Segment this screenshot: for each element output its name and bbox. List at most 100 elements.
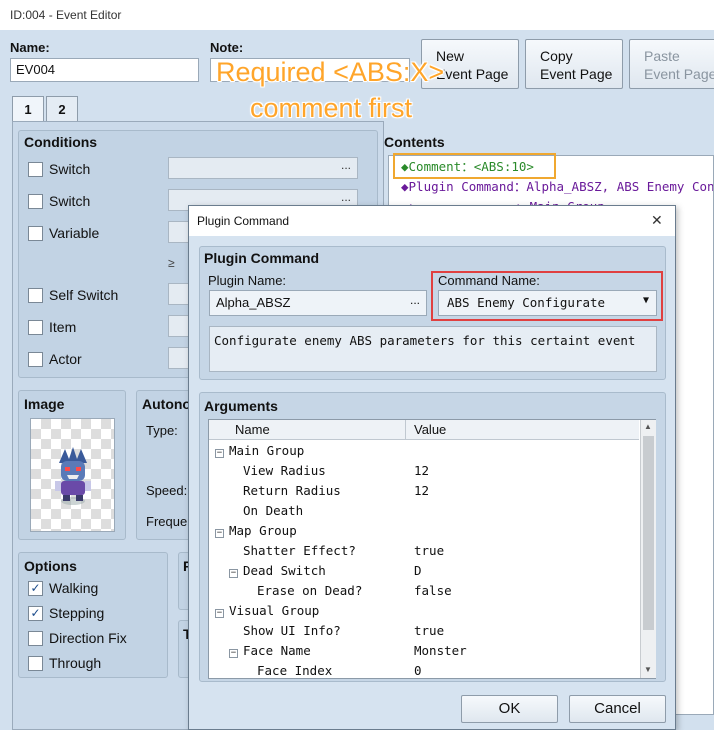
argument-value[interactable]: 12	[414, 481, 429, 501]
argument-name-text: Face Name	[243, 643, 311, 658]
comment-highlight-box	[393, 153, 556, 179]
tab-page-2[interactable]: 2	[46, 96, 78, 122]
argument-row[interactable]: − Dead Switch D	[209, 561, 639, 581]
argument-name: Shatter Effect?	[229, 541, 356, 561]
argument-row[interactable]: Face Index 0	[209, 661, 639, 681]
argument-name: Show UI Info?	[229, 621, 341, 641]
checkbox[interactable]	[28, 161, 43, 177]
argument-name: View Radius	[229, 461, 326, 481]
argument-value[interactable]: 0	[414, 661, 422, 681]
collapse-icon[interactable]: −	[215, 609, 224, 618]
argument-name-text: Erase on Dead?	[257, 583, 363, 598]
autonomous-title: Autono	[142, 396, 191, 412]
name-label: Name:	[10, 40, 50, 55]
collapse-icon[interactable]: −	[229, 649, 238, 658]
checkbox-checked[interactable]: ✓	[28, 605, 43, 621]
condition-actor[interactable]: Actor	[28, 350, 82, 367]
argument-value[interactable]: D	[414, 561, 422, 581]
event-image[interactable]	[30, 418, 115, 532]
command-line-plugin[interactable]: ◆Plugin Command：Alpha_ABSZ, ABS Enemy Co…	[389, 177, 713, 197]
argument-name-text: View Radius	[243, 463, 326, 478]
grid-header: Name Value	[209, 420, 639, 440]
switch-1-selector[interactable]: ...	[168, 157, 358, 179]
argument-name: − Map Group	[215, 521, 297, 541]
col-header-name[interactable]: Name	[235, 422, 270, 437]
checkbox[interactable]	[28, 630, 43, 646]
condition-switch-1[interactable]: Switch	[28, 160, 90, 177]
checkbox[interactable]	[28, 193, 43, 209]
speed-label: Speed:	[146, 483, 188, 498]
collapse-icon[interactable]: −	[215, 529, 224, 538]
condition-item[interactable]: Item	[28, 318, 76, 335]
argument-row[interactable]: Return Radius 12	[209, 481, 639, 501]
argument-name: − Face Name	[229, 641, 311, 661]
ge-symbol: ≥	[168, 256, 175, 270]
argument-row[interactable]: − Visual Group	[209, 601, 639, 621]
argument-row[interactable]: Shatter Effect? true	[209, 541, 639, 561]
ok-button[interactable]: OK	[461, 695, 558, 723]
condition-switch-2[interactable]: Switch	[28, 192, 90, 209]
option-through[interactable]: Through	[28, 654, 101, 671]
argument-name-text: Visual Group	[229, 603, 320, 618]
argument-name-text: Main Group	[229, 443, 305, 458]
argument-name-text: On Death	[243, 503, 304, 518]
actor-selector[interactable]	[168, 347, 190, 369]
checkbox-checked[interactable]: ✓	[28, 580, 43, 596]
note-label: Note:	[210, 40, 244, 55]
tab-page-1[interactable]: 1	[12, 96, 44, 122]
argument-row[interactable]: On Death	[209, 501, 639, 521]
arguments-grid[interactable]: Name Value − Main Group View Radius 12 Retur…	[208, 419, 656, 679]
checkbox[interactable]	[28, 351, 43, 367]
argument-name-text: Face Index	[257, 663, 333, 678]
scroll-up-icon[interactable]: ▲	[644, 422, 652, 431]
scroll-down-icon[interactable]: ▼	[644, 665, 652, 674]
checkbox[interactable]	[28, 287, 43, 303]
argument-value[interactable]: true	[414, 541, 444, 561]
cancel-button[interactable]: Cancel	[569, 695, 666, 723]
item-selector[interactable]	[168, 315, 190, 337]
ellipsis-icon[interactable]: ...	[410, 293, 420, 307]
argument-value[interactable]: false	[414, 581, 452, 601]
collapse-icon[interactable]: −	[215, 449, 224, 458]
argument-row[interactable]: − Map Group	[209, 521, 639, 541]
annotation-line-1: Required <ABS:X>	[216, 57, 445, 87]
condition-variable[interactable]: Variable	[28, 224, 99, 241]
argument-value[interactable]: 12	[414, 461, 429, 481]
argument-name: − Main Group	[215, 441, 304, 461]
argument-value[interactable]: Monster	[414, 641, 467, 661]
checkbox[interactable]	[28, 655, 43, 671]
option-direction-fix[interactable]: Direction Fix	[28, 629, 127, 646]
checkbox[interactable]	[28, 225, 43, 241]
argument-row[interactable]: − Main Group	[209, 441, 639, 461]
paste-event-page-button[interactable]: Paste Event Page	[629, 39, 714, 89]
conditions-title: Conditions	[24, 134, 98, 150]
argument-row[interactable]: Erase on Dead? false	[209, 581, 639, 601]
argument-name-text: Return Radius	[243, 483, 341, 498]
col-header-value[interactable]: Value	[414, 422, 446, 437]
scrollbar-thumb[interactable]	[643, 436, 654, 630]
checkbox[interactable]	[28, 319, 43, 335]
option-stepping[interactable]: ✓ Stepping	[28, 604, 104, 621]
collapse-icon[interactable]: −	[229, 569, 238, 578]
argument-name: On Death	[229, 501, 303, 521]
close-icon[interactable]: ✕	[651, 212, 663, 229]
name-input[interactable]: EV004	[10, 58, 199, 82]
option-walking[interactable]: ✓ Walking	[28, 579, 98, 596]
argument-value[interactable]: true	[414, 621, 444, 641]
argument-name-text: Show UI Info?	[243, 623, 341, 638]
condition-self-switch[interactable]: Self Switch	[28, 286, 118, 303]
argument-row[interactable]: − Face Name Monster	[209, 641, 639, 661]
plugin-name-field[interactable]: Alpha_ABSZ ...	[209, 290, 427, 316]
vertical-scrollbar[interactable]: ▲ ▼	[640, 420, 656, 678]
self-switch-selector[interactable]	[168, 283, 190, 305]
variable-selector[interactable]	[168, 221, 190, 243]
argument-row[interactable]: Show UI Info? true	[209, 621, 639, 641]
argument-name: Return Radius	[229, 481, 341, 501]
arguments-title: Arguments	[204, 398, 278, 414]
plugin-command-section-title: Plugin Command	[204, 250, 320, 266]
argument-name: − Visual Group	[215, 601, 319, 621]
copy-event-page-button[interactable]: Copy Event Page	[525, 39, 623, 89]
argument-name-text: Map Group	[229, 523, 297, 538]
argument-name: Face Index	[243, 661, 332, 681]
argument-row[interactable]: View Radius 12	[209, 461, 639, 481]
